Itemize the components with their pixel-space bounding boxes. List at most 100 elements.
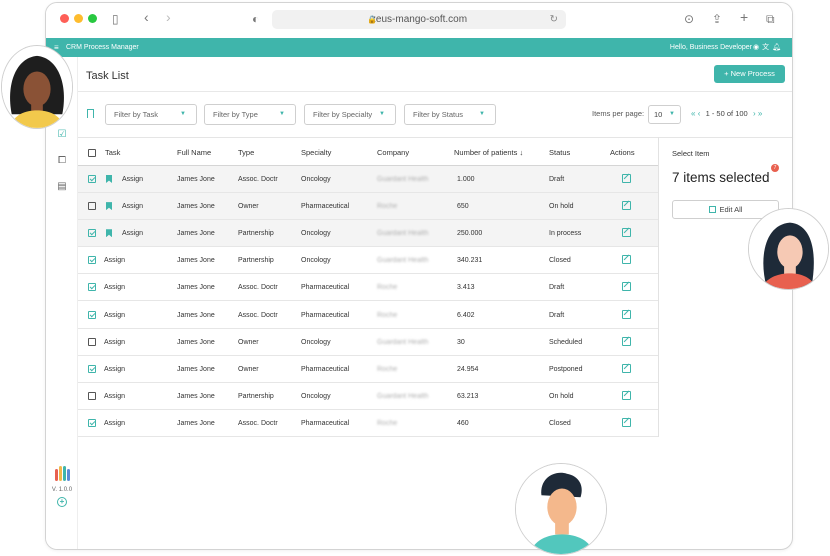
- cell-task: Assign: [104, 365, 126, 373]
- report-settings-icon[interactable]: ▤: [56, 181, 68, 193]
- table-row[interactable]: Assign James Jone Assoc. Doctr Pharmaceutic…: [78, 410, 658, 437]
- filter-status-select[interactable]: Filter by Status ▼: [404, 104, 496, 125]
- edit-icon[interactable]: [622, 255, 631, 265]
- filter-task-select[interactable]: Filter by Task ▼: [105, 104, 197, 125]
- select-all-checkbox[interactable]: [88, 149, 96, 157]
- bookmark-filter-icon[interactable]: [87, 109, 94, 118]
- bookmark-icon[interactable]: [106, 229, 112, 238]
- filter-specialty-select[interactable]: Filter by Specialty ▼: [304, 104, 396, 125]
- next-page-icon[interactable]: ›: [753, 109, 756, 118]
- cell-company: Guardant Health: [377, 230, 429, 238]
- edit-icon[interactable]: [622, 363, 631, 373]
- edit-icon[interactable]: [622, 417, 631, 427]
- row-checkbox[interactable]: [88, 175, 96, 183]
- table-row[interactable]: Assign James Jone Partnership Oncology Guard…: [78, 247, 658, 275]
- back-icon[interactable]: ‹: [144, 10, 149, 24]
- table-row[interactable]: Assign James Jone Owner Pharmaceutical Roche…: [78, 356, 658, 383]
- browser-window: ▯ ‹ › ◐ 🔒 zeus-mango-soft.com ↻ ⊙ ⇪ + ⧉ …: [45, 2, 793, 550]
- edit-icon[interactable]: [622, 228, 631, 238]
- cell-company: Roche: [377, 284, 398, 292]
- items-per-page-select[interactable]: 10 ▼: [648, 105, 681, 124]
- add-circle-icon[interactable]: +: [57, 497, 67, 507]
- table-row[interactable]: Assign James Jone Assoc. Doctr Pharmaceutic…: [78, 302, 658, 329]
- cell-specialty: Pharmaceutical: [301, 311, 350, 319]
- new-process-button[interactable]: + New Process: [714, 65, 785, 83]
- cell-name: James Jone: [177, 365, 215, 373]
- cell-task: Assign: [104, 257, 126, 265]
- row-checkbox[interactable]: [88, 418, 96, 427]
- table-row[interactable]: Assign James Jone Owner Oncology Guardant He…: [78, 329, 658, 356]
- row-checkbox[interactable]: [88, 229, 96, 238]
- edit-icon[interactable]: [622, 390, 631, 400]
- bookmark-icon[interactable]: [106, 202, 112, 211]
- address-bar[interactable]: 🔒 zeus-mango-soft.com ↻: [272, 10, 566, 29]
- cell-patients: 24.954: [457, 365, 479, 373]
- download-icon[interactable]: ⊙: [684, 12, 694, 26]
- row-checkbox[interactable]: [88, 364, 96, 373]
- row-checkbox[interactable]: [88, 283, 96, 292]
- task-list-icon[interactable]: ☑: [56, 129, 68, 141]
- bookmark-icon[interactable]: [106, 175, 112, 183]
- filter-specialty-label: Filter by Specialty: [313, 110, 373, 119]
- table-row[interactable]: Assign James Jone Owner Pharmaceutical Roche…: [78, 193, 658, 221]
- edit-icon[interactable]: [622, 174, 631, 183]
- edit-icon[interactable]: [622, 201, 631, 211]
- col-status[interactable]: Status: [549, 148, 570, 157]
- app-title: CRM Process Manager: [66, 44, 139, 51]
- translate-icon[interactable]: 文: [762, 44, 772, 51]
- close-window-button[interactable]: [60, 14, 69, 23]
- cell-type: Owner: [238, 365, 259, 373]
- sidebar-toggle-icon[interactable]: ▯: [112, 12, 119, 26]
- maximize-window-button[interactable]: [88, 14, 97, 23]
- cell-status: Postponed: [549, 365, 583, 373]
- row-checkbox[interactable]: [88, 310, 96, 319]
- cell-type: Owner: [238, 338, 259, 346]
- avatar-woman-dark-hair: [1, 45, 73, 129]
- cell-status: Scheduled: [549, 338, 583, 346]
- last-page-icon[interactable]: »: [758, 109, 762, 118]
- col-full-name[interactable]: Full Name: [177, 148, 211, 157]
- row-checkbox[interactable]: [88, 391, 96, 400]
- cell-status: Draft: [549, 284, 565, 292]
- share-icon[interactable]: ⇪: [712, 12, 722, 26]
- table-row[interactable]: Assign James Jone Assoc. Doctr Pharmaceutic…: [78, 274, 658, 302]
- row-checkbox[interactable]: [88, 202, 96, 211]
- first-page-icon[interactable]: «: [691, 109, 695, 118]
- workflow-icon[interactable]: ⧠: [56, 155, 68, 167]
- col-type[interactable]: Type: [238, 148, 254, 157]
- user-icon[interactable]: ◉: [753, 44, 762, 51]
- avatar-woman-long-hair: [748, 208, 829, 290]
- edit-icon[interactable]: [622, 336, 631, 346]
- tabs-overview-icon[interactable]: ⧉: [766, 12, 775, 26]
- cell-patients: 340.231: [457, 257, 483, 265]
- shield-icon[interactable]: ◐: [252, 12, 259, 26]
- table-row[interactable]: Assign James Jone Assoc. Doctr Oncology Guar…: [78, 166, 658, 193]
- avatar-man: [515, 463, 607, 555]
- cell-type: Owner: [238, 203, 259, 211]
- page-title: Task List: [86, 70, 129, 82]
- row-checkbox[interactable]: [88, 337, 96, 346]
- col-number-of-patients[interactable]: Number of patients ↓: [454, 148, 523, 157]
- row-checkbox[interactable]: [88, 256, 96, 265]
- edit-icon[interactable]: [622, 282, 631, 292]
- caret-down-icon: ▼: [669, 111, 675, 117]
- forward-icon[interactable]: ›: [166, 10, 171, 24]
- appbar-icons: ◉文🔔︎: [753, 38, 784, 57]
- table-row[interactable]: Assign James Jone Partnership Oncology Guard…: [78, 220, 658, 248]
- cell-company: Roche: [377, 311, 398, 319]
- items-per-page-label: Items per page:: [592, 109, 645, 118]
- bell-icon[interactable]: 🔔︎: [772, 44, 784, 51]
- col-company[interactable]: Company: [377, 148, 409, 157]
- cell-patients: 6.402: [457, 311, 475, 319]
- new-tab-icon[interactable]: +: [740, 10, 748, 24]
- edit-icon[interactable]: [622, 309, 631, 319]
- col-task[interactable]: Task: [105, 148, 120, 157]
- col-specialty[interactable]: Specialty: [301, 148, 331, 157]
- prev-page-icon[interactable]: ‹: [698, 109, 701, 118]
- cell-specialty: Oncology: [301, 176, 331, 183]
- cell-task: Assign: [104, 284, 126, 292]
- reload-icon[interactable]: ↻: [550, 10, 558, 29]
- table-row[interactable]: Assign James Jone Partnership Oncology Guard…: [78, 383, 658, 410]
- filter-type-select[interactable]: Filter by Type ▼: [204, 104, 296, 125]
- minimize-window-button[interactable]: [74, 14, 83, 23]
